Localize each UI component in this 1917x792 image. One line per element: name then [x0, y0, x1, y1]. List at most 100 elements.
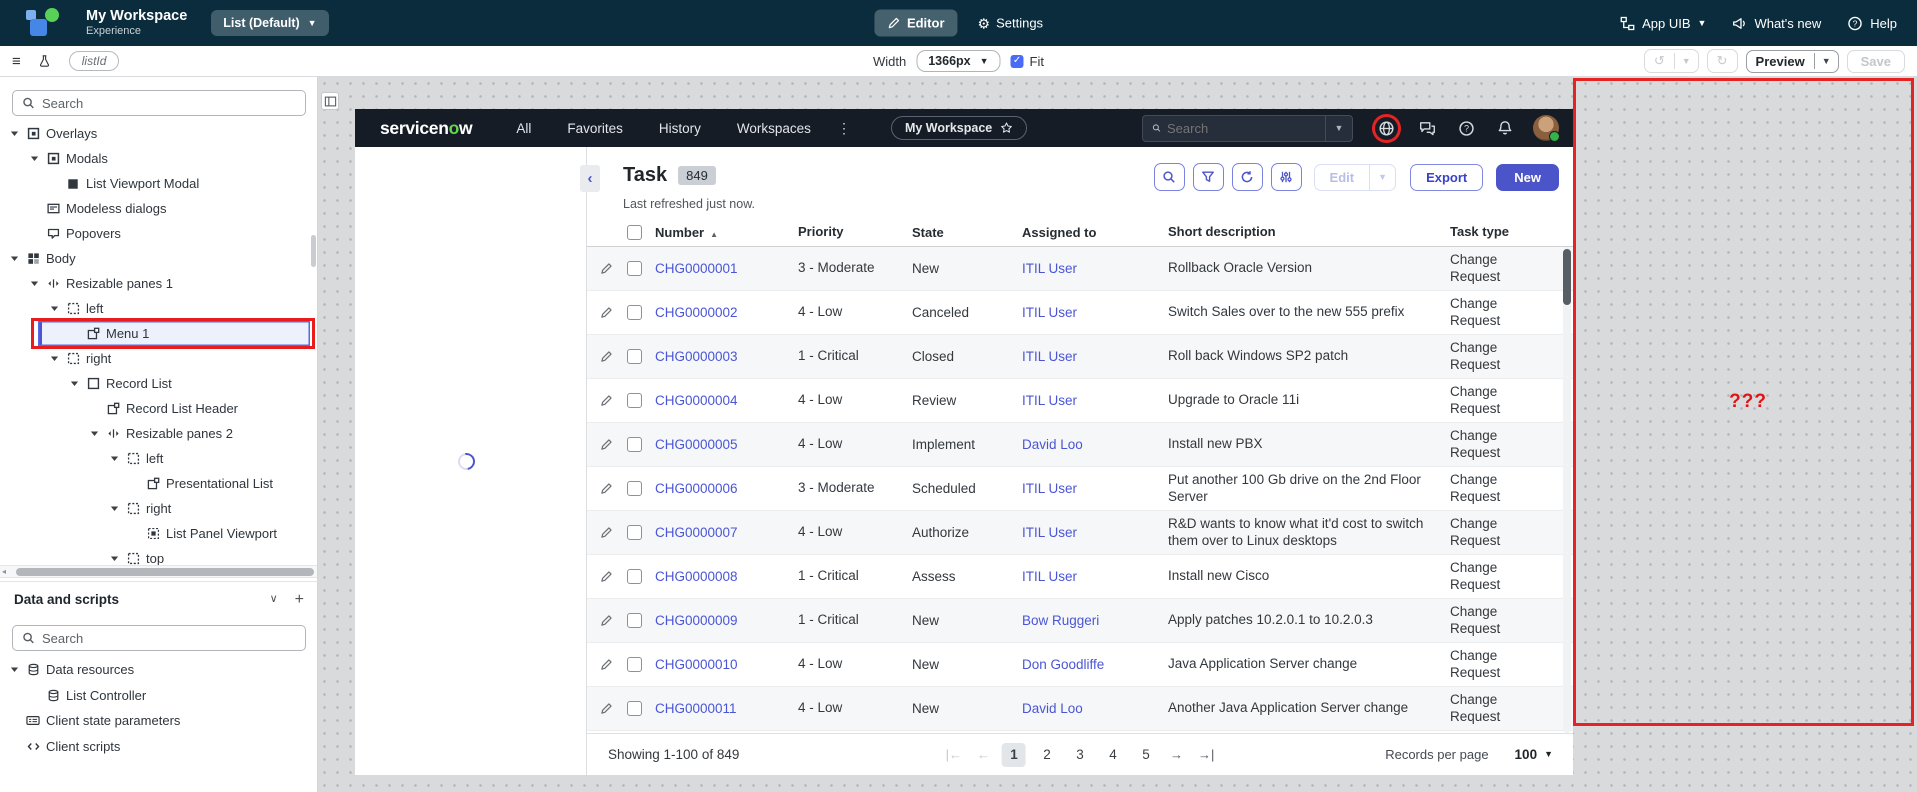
tree-item-menu-1[interactable]: ▾Menu 1 [38, 321, 310, 346]
expand-arrow-icon[interactable] [108, 454, 120, 463]
help-circle-icon[interactable]: ? [1456, 118, 1476, 138]
edit-record-icon[interactable] [600, 438, 613, 451]
row-checkbox[interactable] [627, 481, 642, 496]
expand-arrow-icon[interactable] [88, 429, 100, 438]
column-header-assigned-to[interactable]: Assigned to [1022, 225, 1168, 240]
width-dropdown[interactable]: 1366px ▼ [916, 50, 1001, 72]
global-search-input[interactable] [1167, 120, 1325, 136]
number-cell[interactable]: CHG0000001 [655, 261, 798, 276]
scroll-left-arrow-icon[interactable]: ◂ [2, 567, 6, 576]
edit-record-icon[interactable] [600, 350, 613, 363]
edit-record-icon[interactable] [600, 526, 613, 539]
tree-item-record-list-header[interactable]: ▾Record List Header [0, 396, 318, 421]
table-row[interactable]: CHG0000001 3 - Moderate New ITIL User Rollba… [587, 247, 1573, 291]
edit-record-icon[interactable] [600, 394, 613, 407]
expand-arrow-icon[interactable] [8, 254, 20, 263]
table-row[interactable]: CHG0000010 4 - Low New Don Goodliffe Java Ap… [587, 643, 1573, 687]
table-row[interactable]: CHG0000006 3 - Moderate Scheduled ITIL User… [587, 467, 1573, 511]
table-row[interactable]: CHG0000004 4 - Low Review ITIL User Upgrade … [587, 379, 1573, 423]
select-all-checkbox[interactable] [627, 225, 642, 240]
data-search-box[interactable] [12, 625, 306, 651]
table-row[interactable]: CHG0000005 4 - Low Implement David Loo Insta… [587, 423, 1573, 467]
tree-item-client-scripts[interactable]: ▾Client scripts [0, 734, 318, 760]
user-avatar[interactable] [1533, 115, 1560, 142]
records-per-page-dropdown[interactable]: 100 ▼ [1515, 747, 1553, 762]
export-button[interactable]: Export [1410, 163, 1484, 191]
row-checkbox[interactable] [627, 569, 642, 584]
star-icon[interactable] [1000, 122, 1013, 135]
refresh-button[interactable] [1231, 163, 1263, 191]
tree-item-overlays[interactable]: Overlays [0, 121, 318, 146]
table-row[interactable]: CHG0000003 1 - Critical Closed ITIL User Rol… [587, 335, 1573, 379]
fit-checkbox[interactable]: ✓ [1010, 54, 1024, 68]
chat-icon[interactable] [1417, 118, 1437, 138]
search-scope-chevron-icon[interactable]: ▼ [1325, 115, 1352, 141]
edit-record-icon[interactable] [600, 262, 613, 275]
nav-link-all[interactable]: All [516, 121, 531, 136]
assigned-to-cell[interactable]: David Loo [1022, 701, 1168, 716]
nav-link-history[interactable]: History [659, 121, 701, 136]
scrollbar-thumb[interactable] [16, 568, 314, 576]
row-checkbox[interactable] [627, 525, 642, 540]
tab-settings[interactable]: ⚙ Settings [978, 16, 1044, 31]
assigned-to-cell[interactable]: ITIL User [1022, 393, 1168, 408]
tab-editor[interactable]: Editor [873, 9, 958, 37]
expand-arrow-icon[interactable] [8, 665, 20, 674]
column-header-state[interactable]: State [912, 225, 1022, 240]
number-cell[interactable]: CHG0000003 [655, 349, 798, 364]
edit-record-icon[interactable] [600, 702, 613, 715]
save-button[interactable]: Save [1846, 49, 1905, 73]
flask-icon[interactable] [38, 54, 52, 68]
tree-item-left[interactable]: left [0, 296, 318, 321]
page-button-3[interactable]: 3 [1068, 743, 1092, 767]
expand-arrow-icon[interactable] [8, 129, 20, 138]
scrollbar-thumb[interactable] [1563, 249, 1571, 305]
nav-overflow-icon[interactable]: ⋮ [837, 120, 851, 137]
row-checkbox[interactable] [627, 613, 642, 628]
redo-icon[interactable]: ↻ [1708, 50, 1737, 72]
tree-item-client-state-parameters[interactable]: ▾Client state parameters [0, 708, 318, 734]
tree-horizontal-scrollbar[interactable]: ◂ [0, 565, 317, 578]
tree-item-list-viewport-modal[interactable]: ▾List Viewport Modal [0, 171, 318, 196]
nav-link-workspaces[interactable]: Workspaces [737, 121, 811, 136]
page-button-1[interactable]: 1 [1002, 742, 1026, 767]
table-vertical-scrollbar[interactable] [1563, 247, 1571, 733]
assigned-to-cell[interactable]: ITIL User [1022, 305, 1168, 320]
assigned-to-cell[interactable]: Bow Ruggeri [1022, 613, 1168, 628]
column-header-task-type[interactable]: Task type [1450, 224, 1573, 240]
collapse-pane-button[interactable]: ‹ [580, 165, 600, 192]
expand-arrow-icon[interactable] [28, 154, 40, 163]
tree-item-modals[interactable]: Modals [0, 146, 318, 171]
tree-item-list-controller[interactable]: ▾List Controller [0, 683, 318, 709]
row-checkbox[interactable] [627, 393, 642, 408]
row-checkbox[interactable] [627, 349, 642, 364]
collapse-section-chevron-icon[interactable]: ∨ [270, 594, 278, 605]
page-selector-dropdown[interactable]: List (Default) ▼ [211, 10, 329, 36]
undo-icon[interactable]: ↺ [1645, 50, 1674, 72]
data-search-input[interactable] [42, 630, 296, 646]
column-header-short-description[interactable]: Short description [1168, 224, 1450, 240]
assigned-to-cell[interactable]: ITIL User [1022, 481, 1168, 496]
redo-button[interactable]: ↻ [1706, 49, 1738, 73]
edit-record-icon[interactable] [600, 306, 613, 319]
whats-new-button[interactable]: What's new [1732, 16, 1821, 31]
nav-link-favorites[interactable]: Favorites [567, 121, 623, 136]
add-data-resource-button[interactable]: + [295, 591, 304, 609]
tree-item-presentational-list[interactable]: ▾Presentational List [0, 471, 318, 496]
expand-arrow-icon[interactable] [48, 304, 60, 313]
edit-record-icon[interactable] [600, 658, 613, 671]
context-parameter-pill[interactable]: listId [68, 51, 120, 71]
collapse-left-panel-button[interactable] [321, 92, 339, 110]
preview-chevron-icon[interactable]: ▼ [1813, 53, 1838, 69]
row-checkbox[interactable] [627, 657, 642, 672]
column-header-number[interactable]: Number ▲ [655, 225, 798, 240]
tree-item-resizable-panes-1[interactable]: Resizable panes 1 [0, 271, 318, 296]
undo-history-chevron-icon[interactable]: ▼ [1673, 53, 1698, 69]
assigned-to-cell[interactable]: David Loo [1022, 437, 1168, 452]
preview-split-button[interactable]: Preview ▼ [1745, 49, 1839, 73]
globe-icon[interactable] [1375, 117, 1398, 140]
table-row[interactable]: CHG0000002 4 - Low Canceled ITIL User Switch… [587, 291, 1573, 335]
number-cell[interactable]: CHG0000005 [655, 437, 798, 452]
expand-arrow-icon[interactable] [48, 354, 60, 363]
number-cell[interactable]: CHG0000007 [655, 525, 798, 540]
